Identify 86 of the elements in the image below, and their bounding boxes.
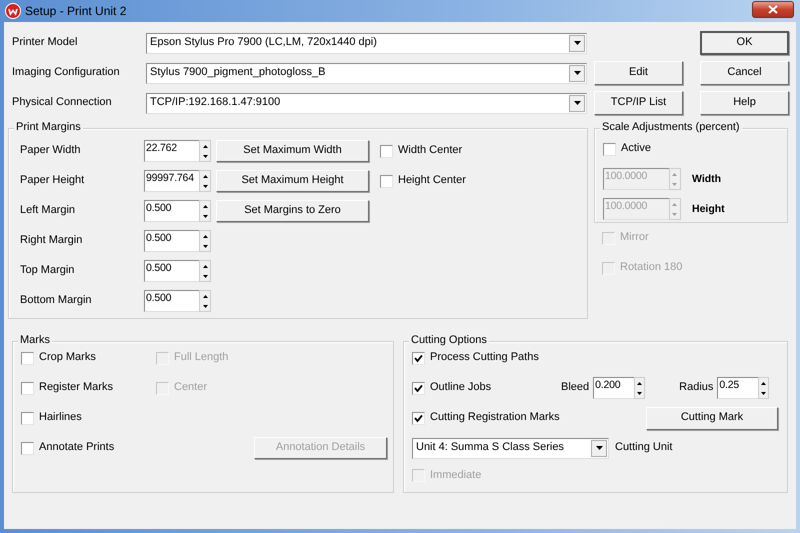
number-field[interactable]: 0.25 xyxy=(717,377,758,399)
checkbox-label: Height Center xyxy=(398,174,466,188)
checkbox[interactable] xyxy=(603,142,616,156)
dropdown[interactable]: Stylus 7900_pigment_photogloss_B xyxy=(146,62,587,84)
checkbox-label: Hairlines xyxy=(39,411,82,425)
field-label: Bleed xyxy=(561,381,590,395)
field-label: Height xyxy=(692,202,725,216)
window-title: Setup - Print Unit 2 xyxy=(25,4,128,18)
checkbox-label: Mirror xyxy=(620,231,649,245)
checkbox[interactable] xyxy=(21,412,34,424)
spin-buttons[interactable] xyxy=(199,140,211,162)
checkbox[interactable] xyxy=(412,352,425,364)
field-label: Imaging Configuration xyxy=(11,66,121,80)
dropdown-button[interactable] xyxy=(569,94,585,112)
dropdown[interactable]: Unit 4: Summa S Class Series xyxy=(412,438,609,458)
checkbox[interactable] xyxy=(21,442,34,454)
spin-buttons[interactable] xyxy=(199,170,211,192)
button[interactable]: Cancel xyxy=(700,61,789,85)
dropdown[interactable]: TCP/IP:192.168.1.47:9100 xyxy=(146,92,587,114)
number-field[interactable]: 0.200 xyxy=(593,377,634,399)
field-label: Top Margin xyxy=(20,264,76,278)
dropdown-button[interactable] xyxy=(569,34,585,52)
checkbox[interactable] xyxy=(412,382,425,394)
button[interactable]: Cutting Mark xyxy=(646,406,778,430)
button[interactable]: Edit xyxy=(594,61,683,85)
checkbox[interactable] xyxy=(21,382,34,394)
checkbox-label: Center xyxy=(174,381,208,395)
checkbox-label: Crop Marks xyxy=(39,351,96,365)
spin-buttons[interactable] xyxy=(634,377,646,399)
spin-buttons[interactable] xyxy=(199,200,211,222)
number-field[interactable]: 0.500 xyxy=(144,260,200,282)
checkbox[interactable] xyxy=(412,412,425,424)
checkbox-label: Immediate xyxy=(430,468,482,482)
spin-buttons[interactable] xyxy=(199,230,211,252)
number-field: 100.0000 xyxy=(603,198,669,220)
close-icon[interactable] xyxy=(768,4,778,14)
dropdown-button[interactable] xyxy=(591,440,607,456)
checkbox-label: Width Center xyxy=(398,144,462,158)
field-label: Cutting Unit xyxy=(615,441,672,455)
app-logo-icon xyxy=(5,3,21,19)
number-field[interactable]: 0.500 xyxy=(144,230,200,252)
field-label: Paper Height xyxy=(20,174,86,188)
field-label: Width xyxy=(692,172,722,186)
spin-buttons[interactable] xyxy=(199,290,211,312)
button[interactable]: OK xyxy=(700,31,789,55)
checkbox[interactable] xyxy=(380,174,393,188)
checkbox-label: Outline Jobs xyxy=(430,381,492,395)
field-label: Physical Connection xyxy=(11,96,113,110)
field-label: Paper Width xyxy=(20,144,82,158)
caret-icon[interactable] xyxy=(574,101,580,105)
field-label: Bottom Margin xyxy=(20,294,93,308)
spin-buttons[interactable] xyxy=(199,260,211,282)
field-label: Printer Model xyxy=(11,36,78,50)
dropdown[interactable]: Epson Stylus Pro 7900 (LC,LM, 720x1440 dpi) xyxy=(146,32,587,54)
spin-buttons[interactable] xyxy=(758,377,770,399)
dropdown-button[interactable] xyxy=(569,64,585,82)
close-button[interactable] xyxy=(752,0,794,18)
field-label: Right Margin xyxy=(20,234,84,248)
number-field[interactable]: 0.500 xyxy=(144,290,200,312)
button[interactable]: Set Maximum Height xyxy=(216,170,369,192)
checkbox-label: Cutting Registration Marks xyxy=(430,411,560,425)
caret-icon[interactable] xyxy=(596,446,602,450)
checkbox-label: Full Length xyxy=(174,351,228,365)
checkbox[interactable] xyxy=(380,144,393,158)
field-label: Left Margin xyxy=(20,204,76,218)
button[interactable]: Set Margins to Zero xyxy=(216,200,369,222)
number-field[interactable]: 22.762 xyxy=(144,140,200,162)
button: Annotation Details xyxy=(254,437,387,459)
button[interactable]: TCP/IP List xyxy=(594,91,683,115)
button[interactable]: Set Maximum Width xyxy=(216,140,369,162)
checkbox-label: Annotate Prints xyxy=(39,441,114,455)
checkbox-label: Rotation 180 xyxy=(620,261,682,275)
checkbox-label: Process Cutting Paths xyxy=(430,351,539,365)
caret-icon[interactable] xyxy=(574,71,580,75)
caret-icon[interactable] xyxy=(574,41,580,45)
group-title: Cutting Options xyxy=(409,334,489,348)
number-field: 100.0000 xyxy=(603,168,669,190)
number-field[interactable]: 0.500 xyxy=(144,200,200,222)
group-title: Print Margins xyxy=(14,121,83,134)
button[interactable]: Help xyxy=(700,91,789,115)
group-title: Scale Adjustments (percent) xyxy=(600,121,742,134)
field-label: Radius xyxy=(679,381,714,395)
number-field[interactable]: 99997.764 xyxy=(144,170,200,192)
checkbox[interactable] xyxy=(21,352,34,364)
checkbox-label: Register Marks xyxy=(39,381,113,395)
checkbox-label: Active xyxy=(621,142,651,156)
